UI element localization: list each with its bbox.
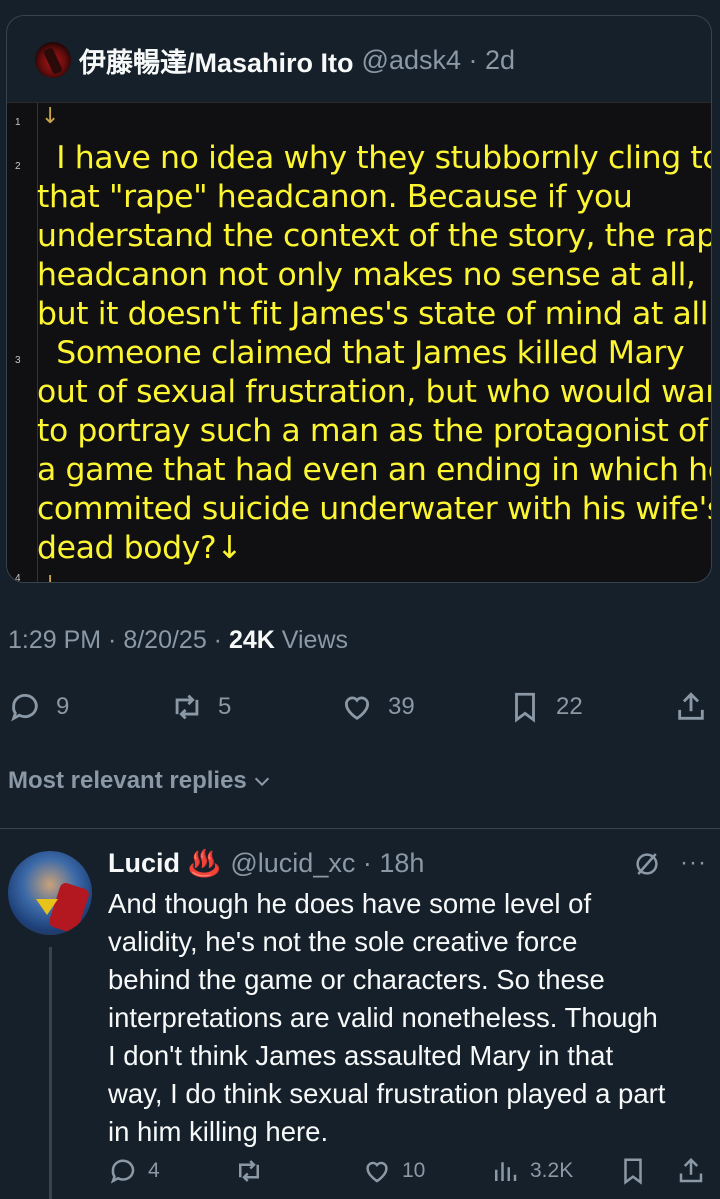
reply-bookmark-button[interactable] [618, 1149, 648, 1193]
post-timestamp-views: 1:29 PM · 8/20/25 · 24K Views [8, 626, 348, 655]
code-line: out of sexual frustration, but who would… [37, 374, 712, 410]
quoted-author-handle: @adsk4 · 2d [361, 44, 516, 75]
heart-icon [344, 696, 370, 720]
code-line: understand the context of the story, the… [37, 218, 712, 254]
code-line: dead body?↓ [37, 530, 243, 566]
repost-icon [175, 694, 199, 720]
code-line: Someone claimed that James killed Mary [37, 335, 685, 371]
heart-icon [366, 1161, 388, 1183]
reply-action-bar: 4 10 3.2K [0, 1149, 720, 1193]
reply-like-count: 10 [402, 1159, 426, 1182]
share-icon [678, 692, 704, 720]
like-button[interactable]: 39 [340, 684, 415, 730]
repost-icon [239, 1160, 259, 1182]
reply-icon [11, 694, 38, 722]
reply-repost-button[interactable] [234, 1149, 274, 1193]
analytics-icon [495, 1162, 517, 1181]
code-line: I have no idea why they stubbornly cling… [37, 140, 712, 176]
code-line: a game that had even an ending in which … [37, 452, 712, 488]
bookmark-count: 22 [556, 693, 583, 720]
reply-text-line: in him killing here. [108, 1116, 329, 1147]
grok-icon[interactable] [632, 849, 662, 879]
reply-text-line: And though he does have some level of [108, 888, 592, 919]
quoted-post-header: 伊藤暢達/Masahiro Ito @adsk4 · 2d [35, 42, 515, 78]
reply-reply-count: 4 [148, 1159, 160, 1182]
code-line: ↓ [41, 104, 60, 129]
reply-sort-label: Most relevant replies [8, 767, 247, 794]
more-options-icon[interactable]: ··· [680, 849, 707, 877]
reply-like-button[interactable]: 10 [362, 1149, 425, 1193]
line-number: 3 [15, 355, 21, 366]
reply-text-line: validity, he's not the sole creative for… [108, 926, 578, 957]
reply-button[interactable]: 9 [8, 684, 69, 730]
quoted-author-avatar[interactable] [35, 42, 71, 78]
reply-text: And though he does have some level of va… [108, 885, 714, 1151]
code-line: ↓ [41, 565, 59, 582]
code-line: commited suicide underwater with his wif… [37, 491, 712, 527]
repost-count: 5 [218, 693, 232, 720]
post-action-bar: 9 5 39 22 [0, 684, 720, 730]
line-number: 1 [15, 117, 21, 128]
post-timestamp[interactable]: 1:29 PM · 8/20/25 · [8, 626, 229, 654]
reply-views-button[interactable]: 3.2K [490, 1149, 573, 1193]
reply-author-handle: @lucid_xc · 18h [230, 847, 425, 878]
avatar-cape-shape [47, 881, 91, 935]
reply-icon [110, 1159, 135, 1184]
line-number: 2 [15, 161, 21, 172]
reply-count: 9 [56, 693, 70, 720]
quoted-author-name[interactable]: 伊藤暢達/Masahiro Ito [79, 41, 354, 80]
code-line: to portray such a man as the protagonist… [37, 413, 708, 449]
reply-author-avatar[interactable] [8, 851, 92, 935]
reply-text-line: I don't think James assaulted Mary in th… [108, 1040, 614, 1071]
reply-sort-dropdown[interactable]: Most relevant replies [8, 767, 273, 795]
reply-views-count: 3.2K [530, 1159, 574, 1182]
reply-author-name[interactable]: Lucid [108, 848, 180, 879]
repost-button[interactable]: 5 [170, 684, 231, 730]
views-label: Views [274, 626, 349, 654]
code-line: that "rape" headcanon. Because if you [37, 179, 633, 215]
hot-springs-emoji: ♨️ [188, 847, 221, 878]
share-icon [679, 1157, 703, 1183]
line-number: 4 [15, 573, 21, 583]
quoted-post-card[interactable]: 伊藤暢達/Masahiro Ito @adsk4 · 2d 1 2 3 4 ↓ … [6, 15, 712, 583]
reply-post[interactable]: Lucid ♨️ @lucid_xc · 18h ··· And though … [0, 829, 720, 1199]
share-button[interactable] [674, 684, 708, 730]
reply-text-line: interpretations are valid nonetheless. T… [108, 1002, 658, 1033]
line-number-gutter: 1 2 3 4 [7, 103, 38, 583]
quoted-image-code-editor: 1 2 3 4 ↓ I have no idea why they stubbo… [7, 102, 712, 583]
code-line: but it doesn't fit James's state of mind… [37, 296, 712, 332]
bookmark-icon [515, 692, 535, 723]
like-count: 39 [388, 693, 415, 720]
views-count: 24K [228, 626, 275, 654]
chevron-down-icon [254, 777, 269, 787]
reply-reply-button[interactable]: 4 [108, 1149, 160, 1193]
bookmark-button[interactable]: 22 [508, 684, 583, 730]
reply-header: Lucid ♨️ @lucid_xc · 18h [108, 845, 424, 881]
reply-share-button[interactable] [676, 1149, 706, 1193]
reply-text-line: way, I do think sexual frustration playe… [108, 1078, 666, 1109]
reply-text-line: behind the game or characters. So these [108, 964, 605, 995]
bookmark-icon [624, 1158, 642, 1185]
code-line: headcanon not only makes no sense at all… [37, 257, 696, 293]
